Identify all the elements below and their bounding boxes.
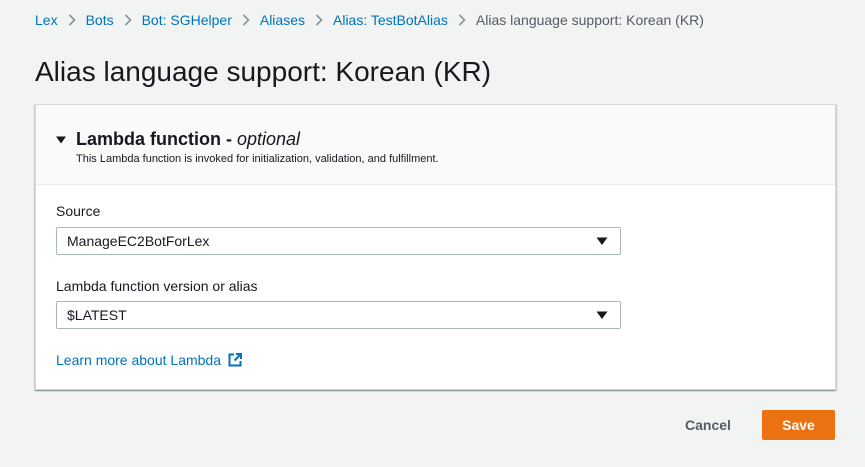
caret-down-icon bbox=[596, 311, 608, 320]
expand-toggle[interactable]: Lambda function - optional bbox=[56, 129, 300, 150]
breadcrumb-bots[interactable]: Bots bbox=[86, 12, 114, 28]
source-select-value: ManageEC2BotForLex bbox=[67, 233, 210, 249]
breadcrumb-alias[interactable]: Alias: TestBotAlias bbox=[333, 12, 448, 28]
cancel-button[interactable]: Cancel bbox=[675, 410, 741, 440]
caret-down-icon bbox=[56, 135, 66, 145]
chevron-right-icon bbox=[448, 11, 476, 29]
source-label: Source bbox=[56, 203, 101, 219]
panel-description: This Lambda function is invoked for init… bbox=[76, 153, 439, 165]
chevron-right-icon bbox=[58, 11, 86, 29]
breadcrumb: Lex Bots Bot: SGHelper Aliases Alias: Te… bbox=[35, 11, 704, 29]
learn-more-label: Learn more about Lambda bbox=[56, 352, 221, 368]
caret-down-icon bbox=[596, 237, 608, 246]
lambda-function-panel: Lambda function - optional This Lambda f… bbox=[35, 104, 836, 390]
save-button[interactable]: Save bbox=[762, 410, 835, 440]
breadcrumb-aliases[interactable]: Aliases bbox=[260, 12, 305, 28]
version-label: Lambda function version or alias bbox=[56, 278, 258, 294]
optional-label: optional bbox=[237, 129, 301, 149]
page-title: Alias language support: Korean (KR) bbox=[35, 56, 492, 87]
breadcrumb-lex[interactable]: Lex bbox=[35, 12, 58, 28]
panel-header: Lambda function - optional This Lambda f… bbox=[36, 105, 835, 185]
panel-title-dash: - bbox=[226, 129, 232, 149]
version-select[interactable]: $LATEST bbox=[56, 301, 621, 329]
chevron-right-icon bbox=[114, 11, 142, 29]
breadcrumb-current: Alias language support: Korean (KR) bbox=[475, 12, 704, 28]
version-select-value: $LATEST bbox=[67, 307, 127, 323]
source-select[interactable]: ManageEC2BotForLex bbox=[56, 227, 621, 255]
chevron-right-icon bbox=[305, 11, 333, 29]
external-link-icon bbox=[228, 353, 242, 367]
learn-more-lambda-link[interactable]: Learn more about Lambda bbox=[56, 352, 242, 368]
breadcrumb-bot[interactable]: Bot: SGHelper bbox=[142, 12, 232, 28]
panel-title: Lambda function bbox=[76, 129, 221, 149]
chevron-right-icon bbox=[232, 11, 260, 29]
